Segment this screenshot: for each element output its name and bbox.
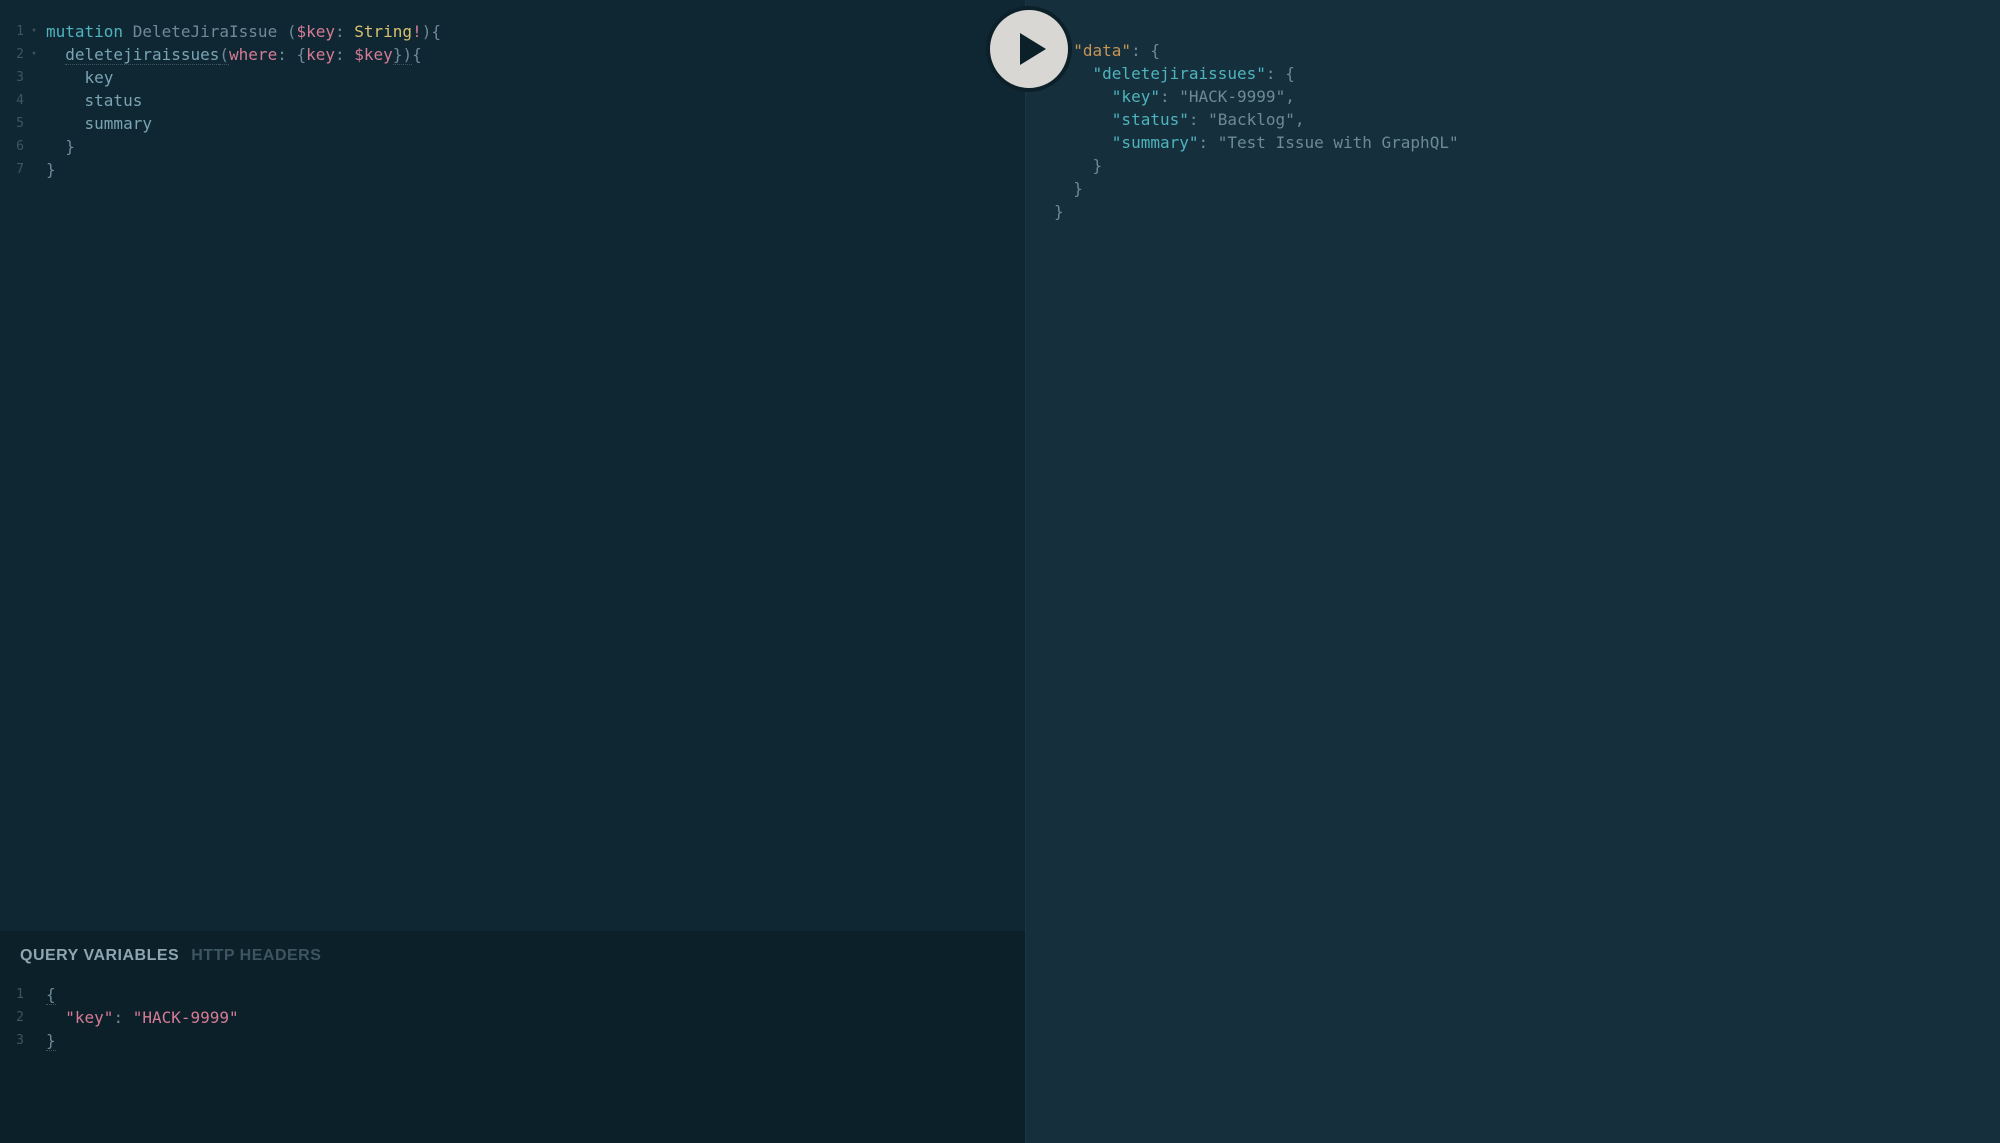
result-line: ▾ "data": {	[1036, 39, 1990, 62]
fold-toggle-icon	[1036, 200, 1048, 223]
variables-editor[interactable]: 1 { 2 "key": "HACK-9999" 3 }	[0, 977, 1025, 1058]
query-editor[interactable]: 1 ▾ mutation DeleteJiraIssue ($key: Stri…	[0, 0, 1025, 931]
line-number: 5	[10, 112, 28, 135]
fold-toggle-icon	[1036, 177, 1048, 200]
line-number: 6	[10, 135, 28, 158]
fold-toggle-icon	[1036, 108, 1048, 131]
result-panel: ▾ { ▾ "data": { ▾ "deletejiraissues": { …	[1026, 0, 2000, 1143]
editor-line[interactable]: 7 }	[10, 158, 1015, 181]
line-number: 1	[10, 983, 28, 1006]
play-icon	[1020, 33, 1046, 65]
result-line: }	[1036, 177, 1990, 200]
fold-toggle-icon[interactable]: ▾	[28, 43, 40, 66]
result-line: "status": "Backlog",	[1036, 108, 1990, 131]
editor-line[interactable]: 2 ▾ deletejiraissues(where: {key: $key})…	[10, 43, 1015, 66]
editor-line[interactable]: 4 status	[10, 89, 1015, 112]
left-panel: 1 ▾ mutation DeleteJiraIssue ($key: Stri…	[0, 0, 1026, 1143]
editor-line[interactable]: 2 "key": "HACK-9999"	[10, 1006, 1015, 1029]
fold-toggle-icon	[28, 158, 40, 181]
result-line: }	[1036, 154, 1990, 177]
variables-panel: QUERY VARIABLES HTTP HEADERS 1 { 2 "key"…	[0, 931, 1025, 1143]
result-line: ▾ {	[1036, 16, 1990, 39]
result-line: "key": "HACK-9999",	[1036, 85, 1990, 108]
result-line: ▾ "deletejiraissues": {	[1036, 62, 1990, 85]
editor-line[interactable]: 6 }	[10, 135, 1015, 158]
line-number: 3	[10, 66, 28, 89]
fold-toggle-icon	[28, 89, 40, 112]
editor-line[interactable]: 5 summary	[10, 112, 1015, 135]
fold-toggle-icon	[28, 112, 40, 135]
fold-area	[28, 983, 40, 1006]
editor-line[interactable]: 1 {	[10, 983, 1015, 1006]
tab-query-variables[interactable]: QUERY VARIABLES	[20, 947, 179, 965]
line-number: 4	[10, 89, 28, 112]
fold-area	[28, 1029, 40, 1052]
fold-toggle-icon	[1036, 154, 1048, 177]
fold-toggle-icon	[28, 66, 40, 89]
editor-line[interactable]: 3 }	[10, 1029, 1015, 1052]
fold-toggle-icon[interactable]: ▾	[28, 20, 40, 43]
fold-toggle-icon	[1036, 131, 1048, 154]
editor-line[interactable]: 1 ▾ mutation DeleteJiraIssue ($key: Stri…	[10, 20, 1015, 43]
line-number: 2	[10, 1006, 28, 1029]
line-number: 1	[10, 20, 28, 43]
editor-line[interactable]: 3 key	[10, 66, 1015, 89]
result-line: "summary": "Test Issue with GraphQL"	[1036, 131, 1990, 154]
line-number: 3	[10, 1029, 28, 1052]
fold-toggle-icon	[28, 135, 40, 158]
tab-http-headers[interactable]: HTTP HEADERS	[191, 947, 321, 965]
line-number: 2	[10, 43, 28, 66]
fold-area	[28, 1006, 40, 1029]
result-line: }	[1036, 200, 1990, 223]
execute-button[interactable]	[986, 6, 1072, 92]
line-number: 7	[10, 158, 28, 181]
